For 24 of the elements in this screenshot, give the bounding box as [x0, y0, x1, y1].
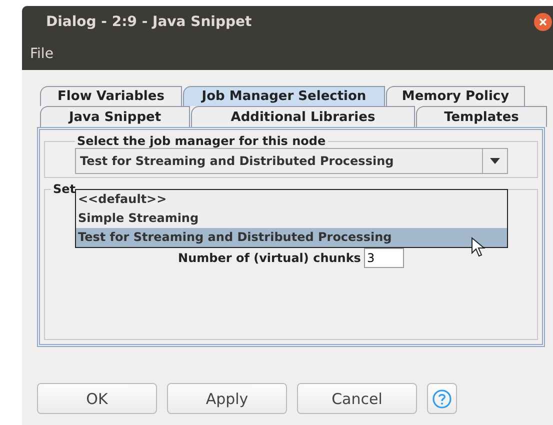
tab[interactable]: Additional Libraries [191, 106, 415, 127]
tab[interactable]: Java Snippet [40, 106, 190, 127]
help-icon [432, 388, 452, 408]
menu-item[interactable]: File [30, 46, 54, 62]
group-title: Select the job manager for this node [75, 134, 328, 148]
chunks-label: Number of (virtual) chunks [178, 251, 361, 265]
tab[interactable]: Memory Policy [386, 86, 525, 106]
dropdown-option[interactable]: Test for Streaming and Distributed Processing [76, 228, 507, 247]
window-title: Dialog - 2:9 - Java Snippet [46, 14, 252, 30]
dropdown-option[interactable]: Simple Streaming [76, 209, 507, 228]
close-icon [539, 18, 547, 26]
tab[interactable]: Templates [416, 106, 547, 127]
job-manager-dropdown[interactable]: Test for Streaming and Distributed Processing [75, 148, 508, 174]
chunks-field[interactable]: 3 [364, 248, 404, 268]
dialog-button[interactable]: Apply [167, 383, 287, 414]
tab[interactable]: Job Manager Selection [183, 86, 385, 106]
tab[interactable]: Flow Variables [40, 86, 182, 106]
caret-icon [490, 158, 500, 164]
group-title: Set [51, 182, 78, 196]
close-button[interactable] [534, 12, 552, 30]
dialog-button[interactable]: OK [37, 383, 157, 414]
dropdown-option[interactable]: <<default>> [76, 190, 507, 209]
dialog-button[interactable]: Cancel [297, 383, 417, 414]
help-button[interactable] [427, 383, 457, 414]
